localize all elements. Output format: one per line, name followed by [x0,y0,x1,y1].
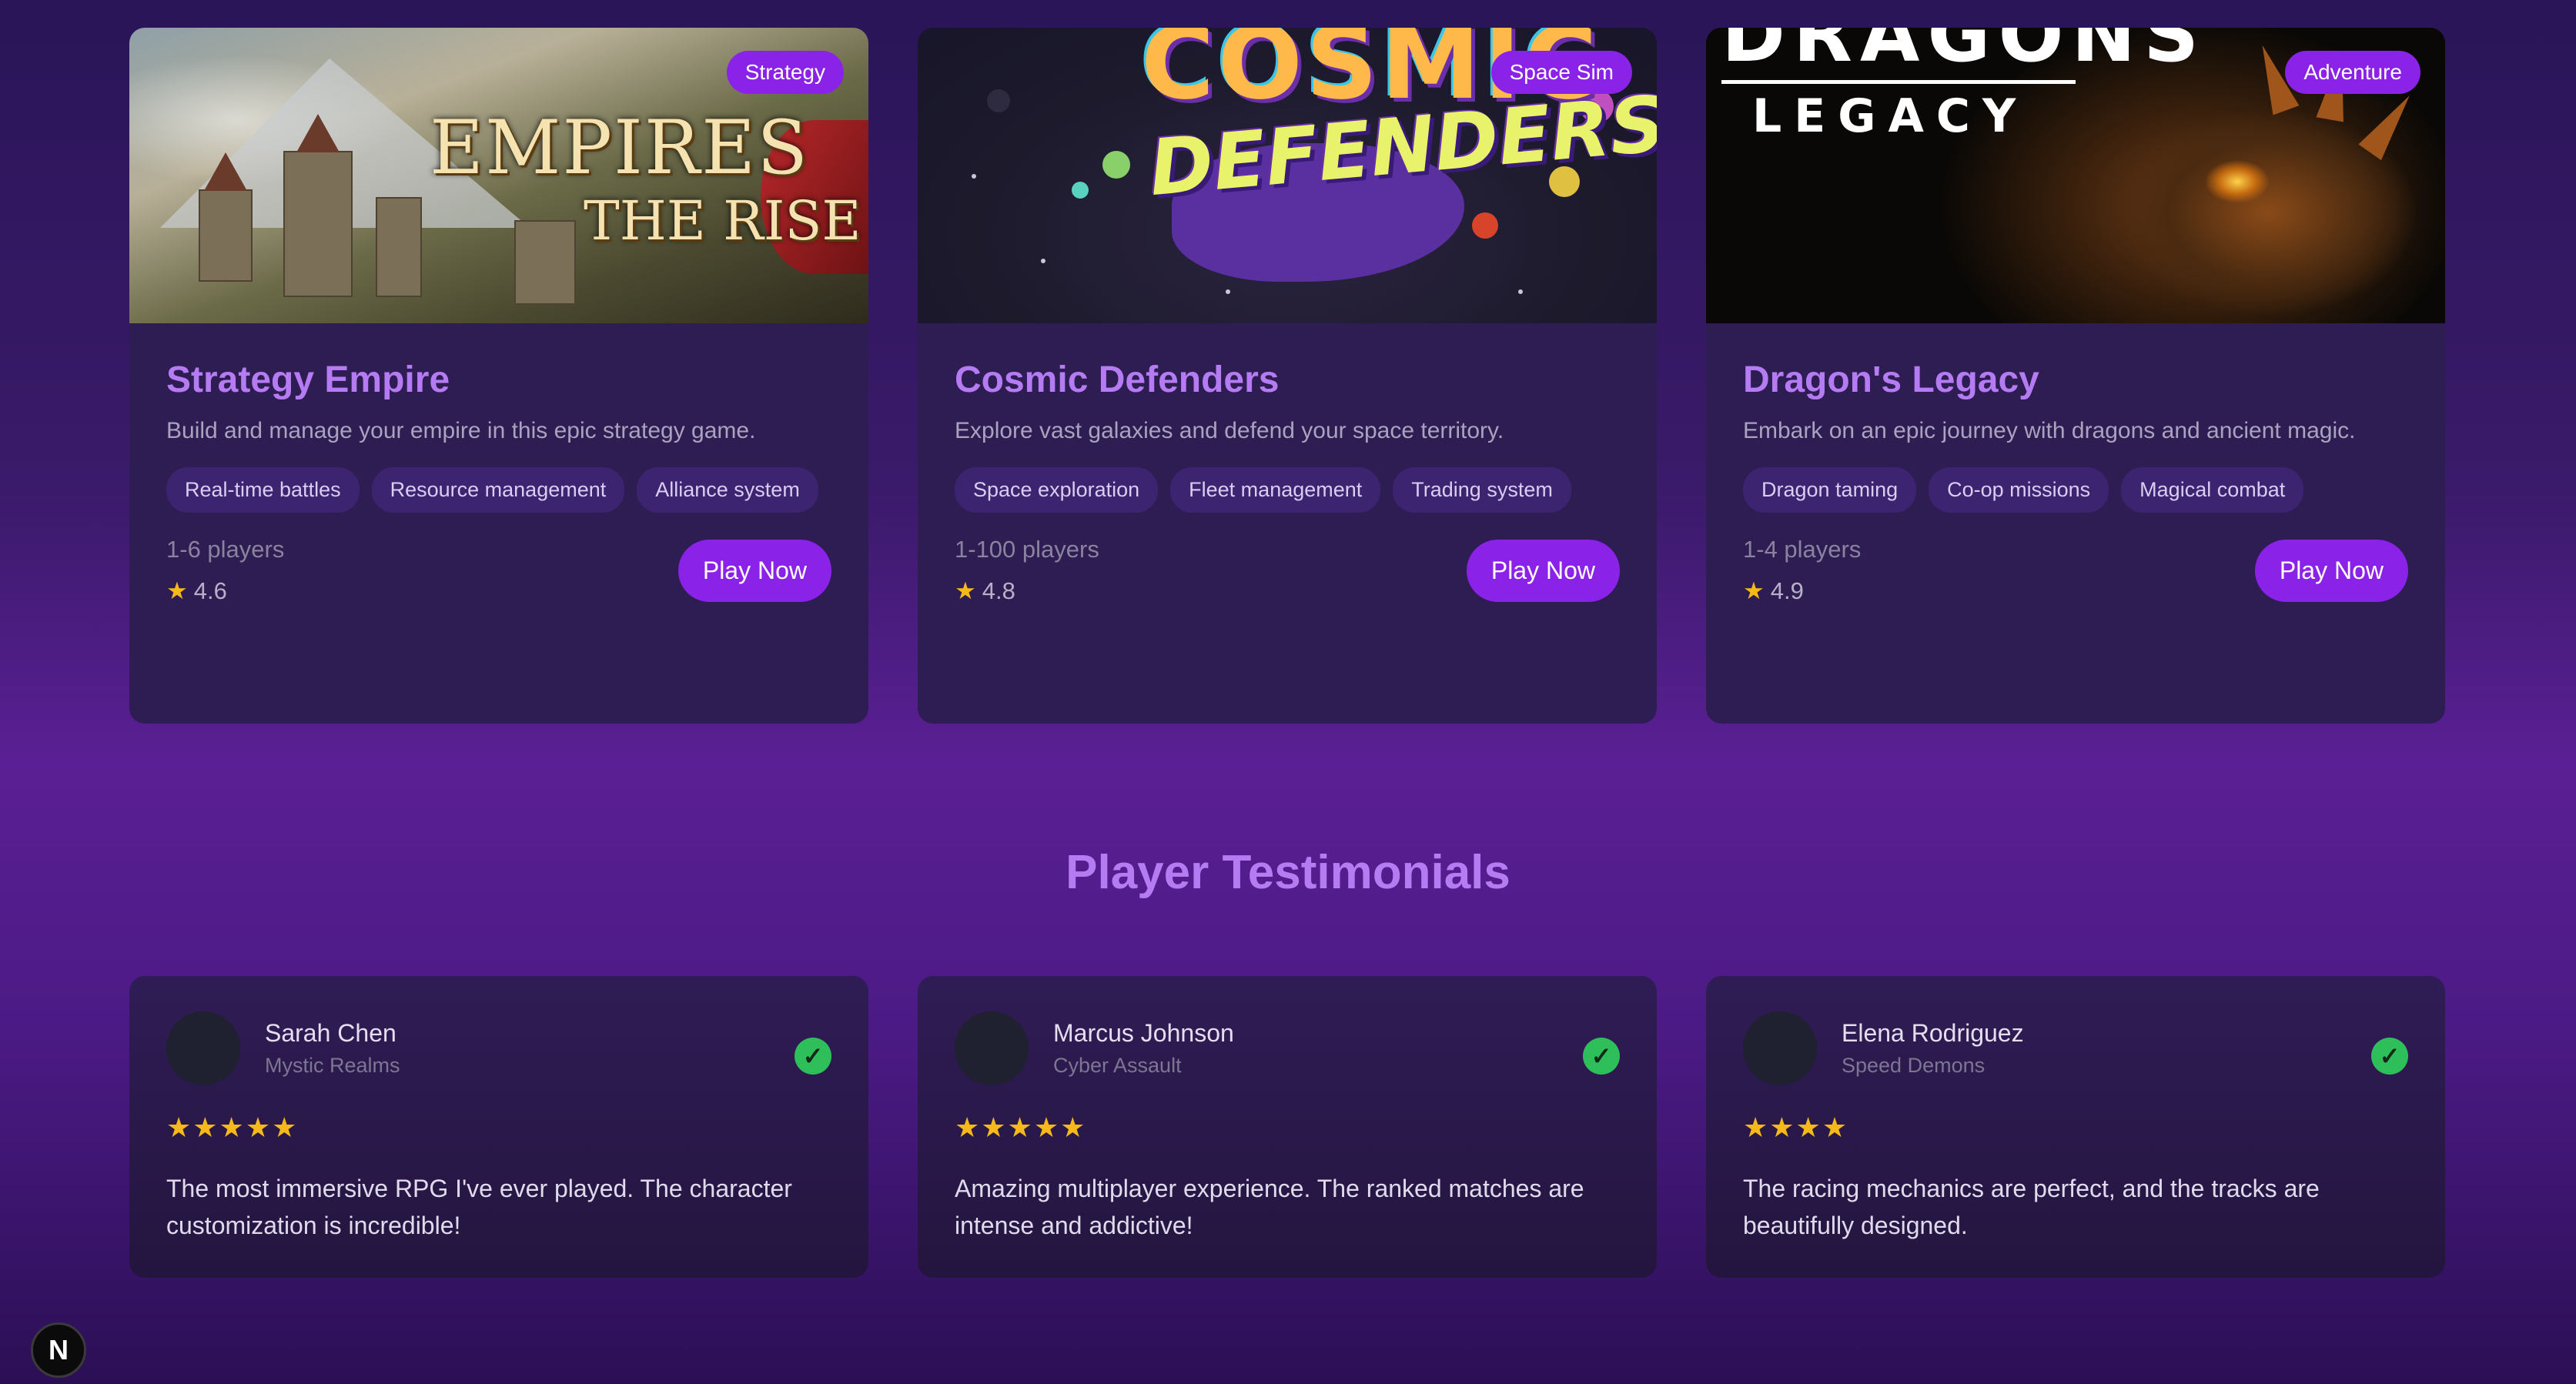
genre-badge: Space Sim [1490,51,1632,94]
cover-title: EMPIRES [430,105,810,191]
game-card[interactable]: COSMIC DEFENDERS Space Sim Cosmic Defend… [918,28,1657,724]
game-meta: 1-100 players ★ 4.8 [955,536,1099,605]
game-meta: 1-4 players ★ 4.9 [1743,536,1861,605]
feature-tag: Resource management [371,467,625,513]
avatar [955,1011,1029,1085]
feature-tag: Trading system [1393,467,1571,513]
testimonial-text: The racing mechanics are perfect, and th… [1743,1175,2320,1239]
cover-title: DRAGONS [1721,28,2207,79]
play-now-button[interactable]: Play Now [677,539,831,602]
rating: ★ 4.6 [166,577,284,605]
dragon-head-art [2037,59,2437,323]
reviewer-name: Sarah Chen [265,1019,396,1047]
castle-roof-art [296,114,340,152]
genre-badge: Adventure [2285,51,2420,94]
castle-roof-art [204,152,247,191]
feature-tags: Real-time battles Resource management Al… [166,467,831,513]
star-icon: ★ [166,577,188,604]
testimonial-card: Elena Rodriguez Speed Demons ✓ ★★★★ The … [1706,976,2445,1278]
testimonial-text: The most immersive RPG I've ever played.… [166,1175,792,1239]
testimonials-grid: Sarah Chen Mystic Realms ✓ ★★★★★ The mos… [129,976,2445,1278]
testimonial-text: Amazing multiplayer experience. The rank… [955,1175,1584,1239]
check-circle-icon: ✓ [2371,1038,2408,1075]
cover-subtitle: LEGACY [1752,89,2029,143]
star-icon: ★ [1743,577,1765,604]
feature-tag: Magical combat [2121,467,2304,513]
star-rating: ★★★★★ [955,1112,1087,1143]
check-circle-icon: ✓ [795,1038,831,1075]
star-dot [987,89,1010,112]
game-title: Dragon's Legacy [1743,359,2039,400]
star-dot [1041,259,1045,263]
game-title: Strategy Empire [166,359,450,400]
testimonial-card: Sarah Chen Mystic Realms ✓ ★★★★★ The mos… [129,976,868,1278]
rating: ★ 4.9 [1743,577,1861,605]
rating-value: 4.8 [982,577,1015,604]
feature-tag: Dragon taming [1743,467,1917,513]
star-rating: ★★★★★ [166,1112,299,1143]
star-dot [1518,289,1523,294]
play-now-button[interactable]: Play Now [2254,539,2408,602]
game-card[interactable]: EMPIRES THE RISE Strategy Strategy Empir… [129,28,868,724]
game-card[interactable]: DRAGONS LEGACY Adventure Dragon's Legacy… [1706,28,2445,724]
star-dot [1226,289,1230,294]
genre-badge: Strategy [726,51,844,94]
play-now-button[interactable]: Play Now [1466,539,1620,602]
feature-tags: Space exploration Fleet management Tradi… [955,467,1620,513]
section-title: Player Testimonials [1066,846,1510,899]
feature-tag: Co-op missions [1929,467,2109,513]
reviewed-game: Speed Demons [1842,1054,1986,1077]
feature-tags: Dragon taming Co-op missions Magical com… [1743,467,2408,513]
avatar [166,1011,240,1085]
games-grid: EMPIRES THE RISE Strategy Strategy Empir… [129,28,2445,724]
rating-value: 4.6 [193,577,227,604]
castle-art [199,189,253,282]
game-cover-image: EMPIRES THE RISE Strategy [129,28,868,323]
rating-value: 4.9 [1770,577,1804,604]
feature-tag: Real-time battles [166,467,360,513]
player-count: 1-100 players [955,536,1099,563]
player-count: 1-6 players [166,536,285,563]
game-meta: 1-6 players ★ 4.6 [166,536,284,605]
rating: ★ 4.8 [955,577,1099,605]
star-dot [972,174,976,179]
reviewer-name: Marcus Johnson [1053,1019,1234,1047]
check-circle-icon: ✓ [1583,1038,1620,1075]
castle-art [514,220,576,305]
castle-art [376,197,422,297]
dev-indicator-button[interactable]: N [31,1322,86,1378]
testimonial-card: Marcus Johnson Cyber Assault ✓ ★★★★★ Ama… [918,976,1657,1278]
game-cover-image: DRAGONS LEGACY Adventure [1706,28,2445,323]
cover-divider [1721,80,2076,84]
game-description: Explore vast galaxies and defend your sp… [955,418,1504,443]
star-dot [1472,212,1498,239]
reviewer-name: Elena Rodriguez [1842,1019,2024,1047]
cover-subtitle: THE RISE [584,189,861,252]
star-dot [1072,182,1089,199]
player-count: 1-4 players [1743,536,1862,563]
game-title: Cosmic Defenders [955,359,1280,400]
feature-tag: Alliance system [637,467,818,513]
feature-tag: Fleet management [1170,467,1381,513]
castle-art [283,151,353,297]
star-dot [1102,151,1130,179]
reviewed-game: Cyber Assault [1053,1054,1182,1077]
game-description: Embark on an epic journey with dragons a… [1743,418,2356,443]
game-cover-image: COSMIC DEFENDERS Space Sim [918,28,1657,323]
reviewed-game: Mystic Realms [265,1054,400,1077]
feature-tag: Space exploration [955,467,1159,513]
star-icon: ★ [955,577,976,604]
avatar [1743,1011,1817,1085]
star-rating: ★★★★ [1743,1112,1849,1143]
game-description: Build and manage your empire in this epi… [166,418,756,443]
